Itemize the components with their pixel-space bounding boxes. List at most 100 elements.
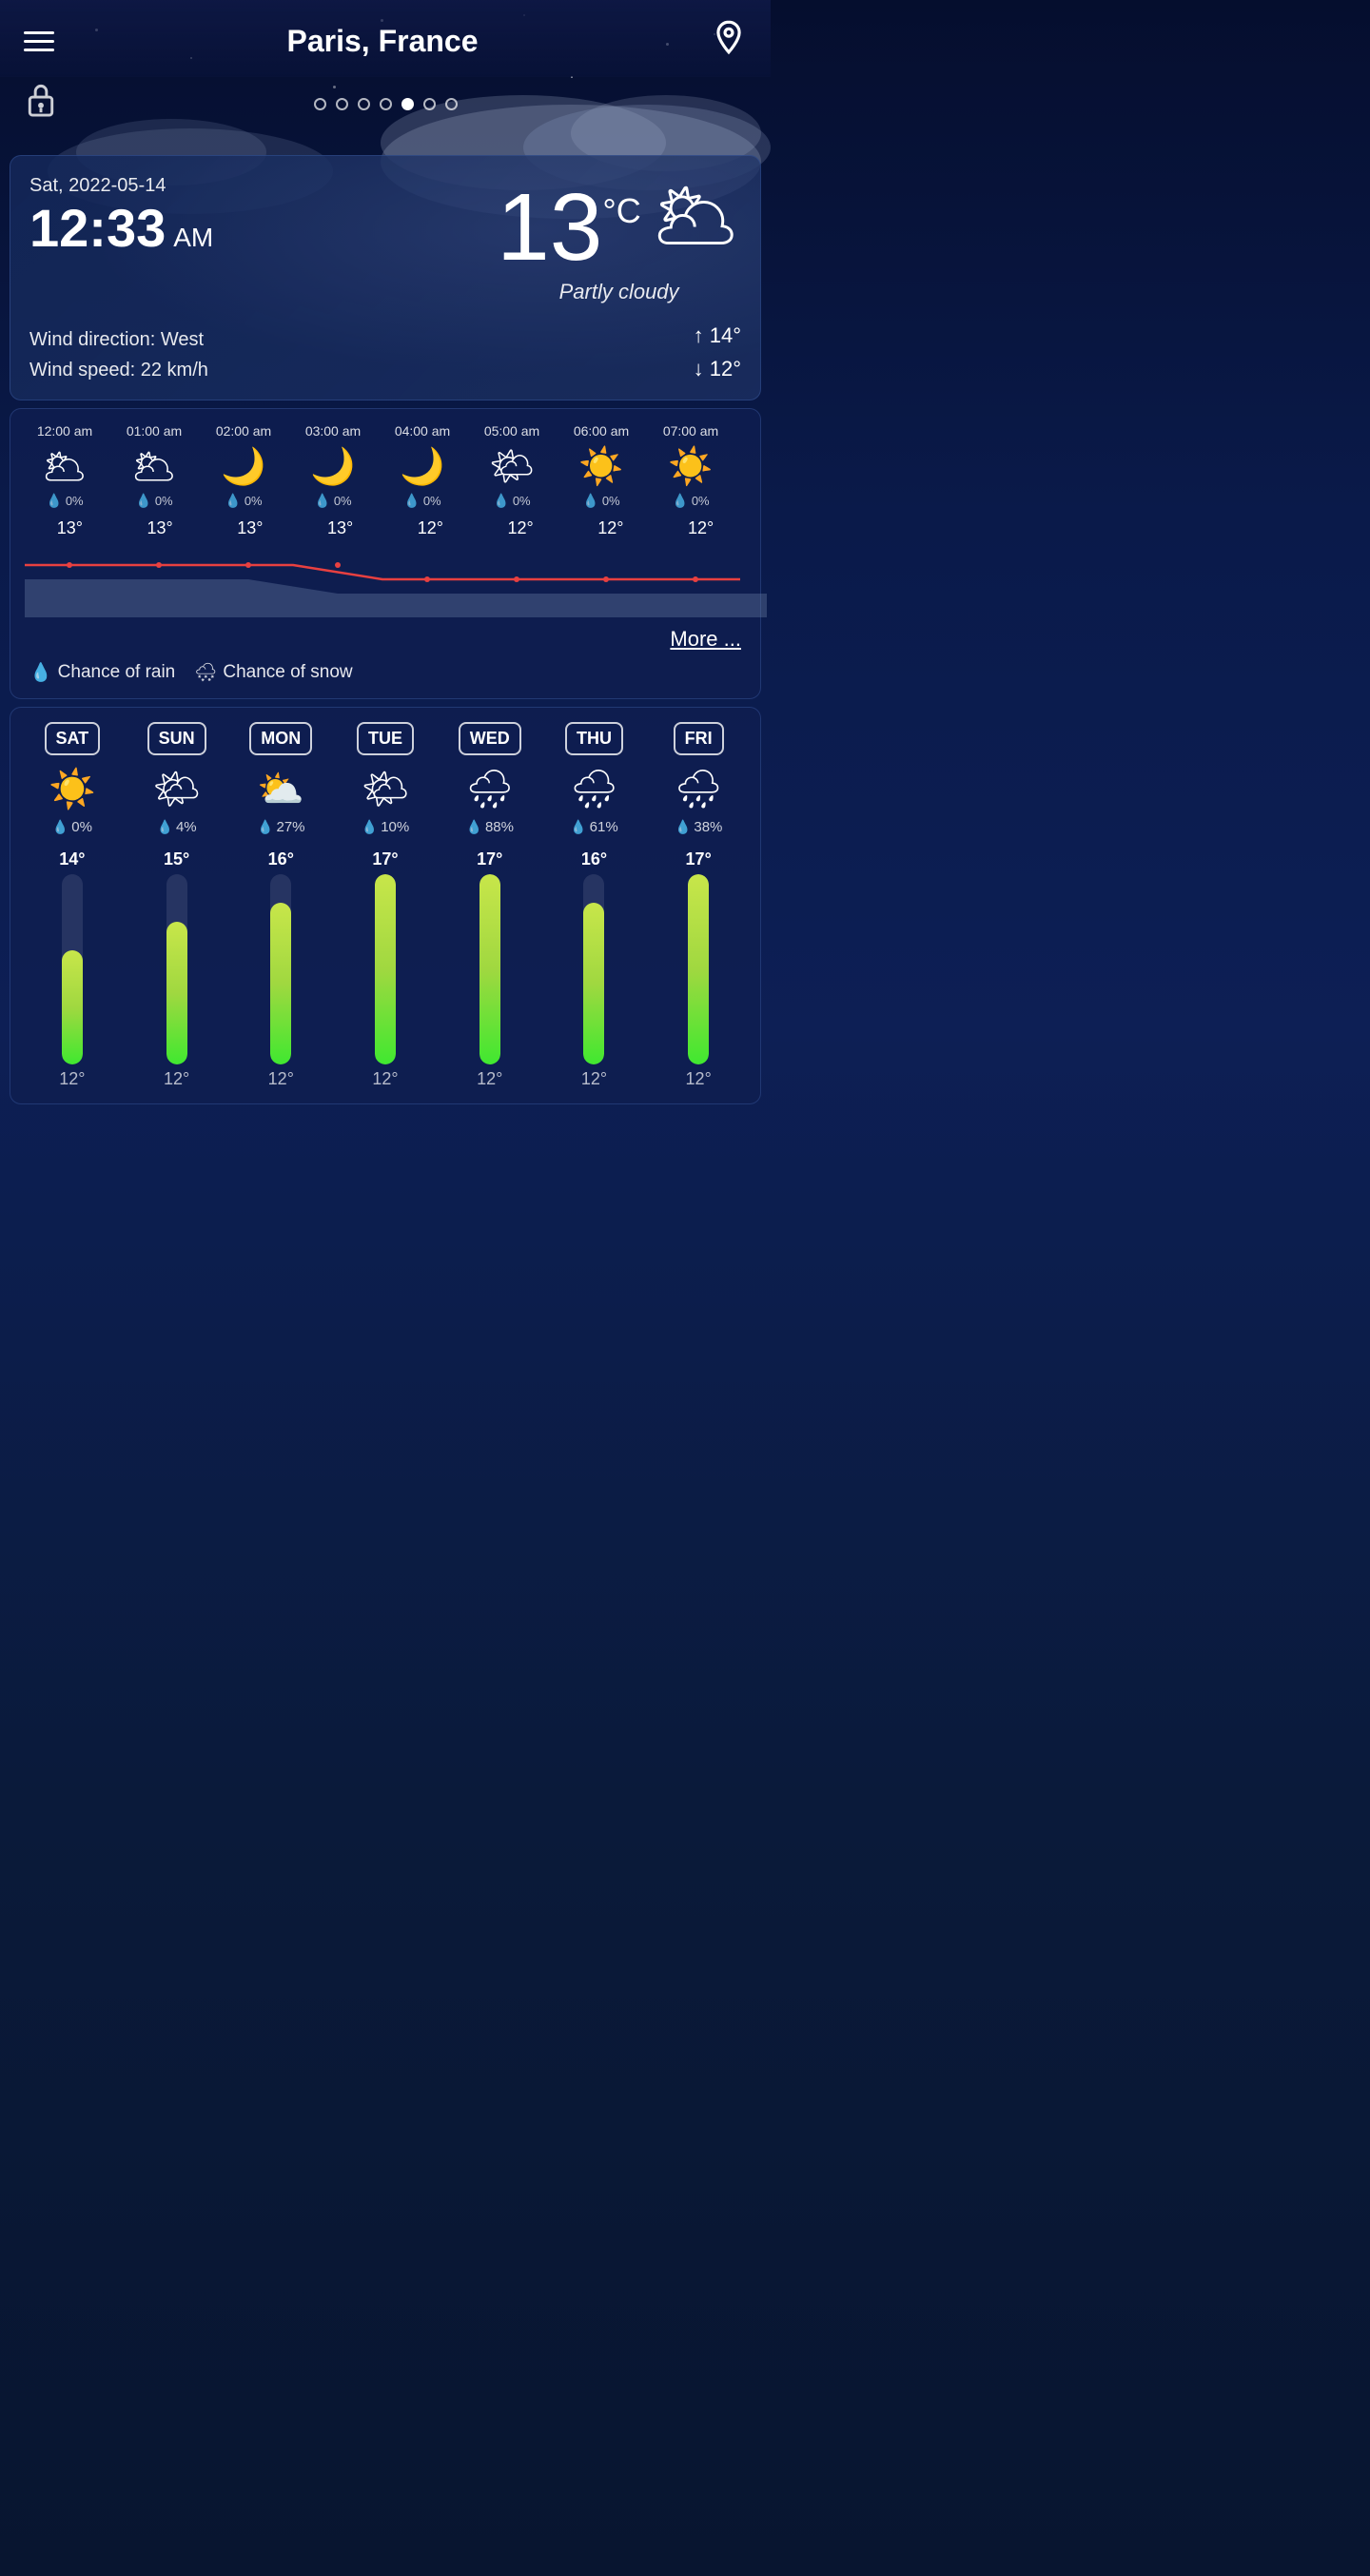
indicator-row [0, 77, 771, 146]
day-columns: SAT ☀️ 💧 0% 14° 12° SUN 🌤 💧 4% 15° [20, 722, 751, 1089]
current-weather-card: Sat, 2022-05-14 12:33 AM 13°C 🌥 [10, 155, 761, 400]
day-fri: FRI 🌧 💧 38% 17° 12° [646, 722, 751, 1089]
day-bar-sun [166, 874, 187, 1064]
day-temp-high-wed: 17° [477, 849, 502, 869]
day-thu: THU 🌧 💧 61% 16° 12° [542, 722, 647, 1089]
day-badge-sun: SUN [147, 722, 206, 755]
day-rain-sun: 💧 4% [157, 819, 197, 835]
hour-item-7: 07:00 am ☀️ 💧 0% [646, 423, 735, 514]
day-temp-low-tue: 12° [372, 1069, 398, 1089]
hour-item-1: 01:00 am 🌥 💧 0% [109, 423, 199, 514]
time-ampm: AM [173, 223, 213, 253]
day-rain-mon: 💧 27% [257, 819, 304, 835]
dot-4[interactable] [380, 98, 392, 110]
weekly-forecast-section: SAT ☀️ 💧 0% 14° 12° SUN 🌤 💧 4% 15° [10, 707, 761, 1104]
current-time: 12:33 [29, 202, 166, 255]
page-dots [314, 98, 458, 110]
temp-graph-label-2: 13° [206, 518, 295, 538]
dot-5-active[interactable] [401, 98, 414, 110]
hour-item-2: 02:00 am 🌙 💧 0% [199, 423, 288, 514]
hour-item-6: 06:00 am ☀️ 💧 0% [557, 423, 646, 514]
temp-graph-label-3: 13° [296, 518, 385, 538]
day-icon-sat: ☀️ [49, 767, 96, 811]
day-rain-fri: 💧 38% [675, 819, 722, 835]
location-icon[interactable] [711, 19, 747, 63]
hour-item-3: 03:00 am 🌙 💧 0% [288, 423, 378, 514]
temp-graph-label-0: 13° [25, 518, 114, 538]
dot-1[interactable] [314, 98, 326, 110]
hour-item-0: 12:00 am 🌥 💧 0% [20, 423, 109, 514]
day-tue: TUE 🌤 💧 10% 17° 12° [333, 722, 438, 1089]
temp-graph: 13° 13° 13° 13° 12° 12° 12° 12° [20, 518, 751, 622]
day-badge-mon: MON [249, 722, 312, 755]
temp-graph-label-1: 13° [115, 518, 205, 538]
dot-7[interactable] [445, 98, 458, 110]
app-header: Paris, France [0, 0, 771, 77]
day-temp-high-thu: 16° [581, 849, 607, 869]
dot-2[interactable] [336, 98, 348, 110]
day-badge-sat: SAT [45, 722, 101, 755]
temp-graph-label-6: 12° [566, 518, 656, 538]
rain-legend: 💧 Chance of rain [29, 661, 175, 684]
temp-graph-svg [25, 541, 767, 617]
day-sun: SUN 🌤 💧 4% 15° 12° [125, 722, 229, 1089]
main-temperature: 13°C [497, 180, 641, 275]
day-temp-low-sun: 12° [164, 1069, 189, 1089]
day-rain-sat: 💧 0% [52, 819, 92, 835]
day-badge-fri: FRI [674, 722, 724, 755]
weather-icon-large: 🌥 [651, 180, 741, 251]
day-temp-high-sat: 14° [59, 849, 85, 869]
wind-speed: Wind speed: 22 km/h [29, 355, 208, 385]
day-sat: SAT ☀️ 💧 0% 14° 12° [20, 722, 125, 1089]
day-badge-tue: TUE [357, 722, 414, 755]
lock-icon [24, 82, 58, 127]
temp-graph-label-5: 12° [476, 518, 565, 538]
day-rain-thu: 💧 61% [570, 819, 617, 835]
hour-rain: 💧 0% [46, 493, 83, 509]
day-temp-low-thu: 12° [581, 1069, 607, 1089]
day-bar-fri [688, 874, 709, 1064]
hourly-forecast-section: 12:00 am 🌥 💧 0% 01:00 am 🌥 💧 0% 02:00 am… [10, 408, 761, 699]
day-icon-thu: 🌧 [570, 767, 618, 811]
more-button[interactable]: More ... [670, 627, 741, 652]
temp-low: ↓ 12° [694, 352, 741, 385]
day-bar-sat [62, 874, 83, 1064]
day-icon-tue: 🌤 [362, 767, 410, 811]
day-wed: WED 🌧 💧 88% 17° 12° [438, 722, 542, 1089]
city-title: Paris, France [287, 24, 479, 59]
day-temp-low-sat: 12° [59, 1069, 85, 1089]
day-icon-fri: 🌧 [675, 767, 723, 811]
day-bar-thu [583, 874, 604, 1064]
day-rain-wed: 💧 88% [466, 819, 514, 835]
temp-high: ↑ 14° [694, 319, 741, 352]
day-icon-wed: 🌧 [465, 767, 514, 811]
day-icon-sun: 🌤 [152, 767, 201, 811]
more-row: More ... [20, 622, 751, 656]
hour-icon: 🌥 [42, 446, 88, 488]
hamburger-button[interactable] [24, 31, 54, 51]
current-date: Sat, 2022-05-14 [29, 175, 497, 197]
day-temp-high-fri: 17° [686, 849, 712, 869]
temp-graph-label-4: 12° [385, 518, 475, 538]
dot-3[interactable] [358, 98, 370, 110]
day-temp-high-tue: 17° [372, 849, 398, 869]
day-bar-tue [375, 874, 396, 1064]
day-temp-low-mon: 12° [268, 1069, 294, 1089]
hour-label: 12:00 am [37, 423, 92, 439]
dot-6[interactable] [423, 98, 436, 110]
day-temp-high-sun: 15° [164, 849, 189, 869]
snow-legend: 🌨 Chance of snow [194, 661, 352, 684]
day-bar-wed [480, 874, 500, 1064]
day-temp-high-mon: 16° [268, 849, 294, 869]
hour-item-5: 05:00 am 🌤 💧 0% [467, 423, 557, 514]
temp-graph-label-7: 12° [656, 518, 746, 538]
day-temp-low-fri: 12° [686, 1069, 712, 1089]
day-bar-mon [270, 874, 291, 1064]
legend-row: 💧 Chance of rain 🌨 Chance of snow [20, 656, 751, 689]
day-mon: MON ⛅ 💧 27% 16° 12° [228, 722, 333, 1089]
wind-direction: Wind direction: West [29, 324, 208, 355]
day-badge-wed: WED [459, 722, 521, 755]
day-icon-mon: ⛅ [257, 767, 304, 811]
day-badge-thu: THU [565, 722, 623, 755]
day-temp-low-wed: 12° [477, 1069, 502, 1089]
